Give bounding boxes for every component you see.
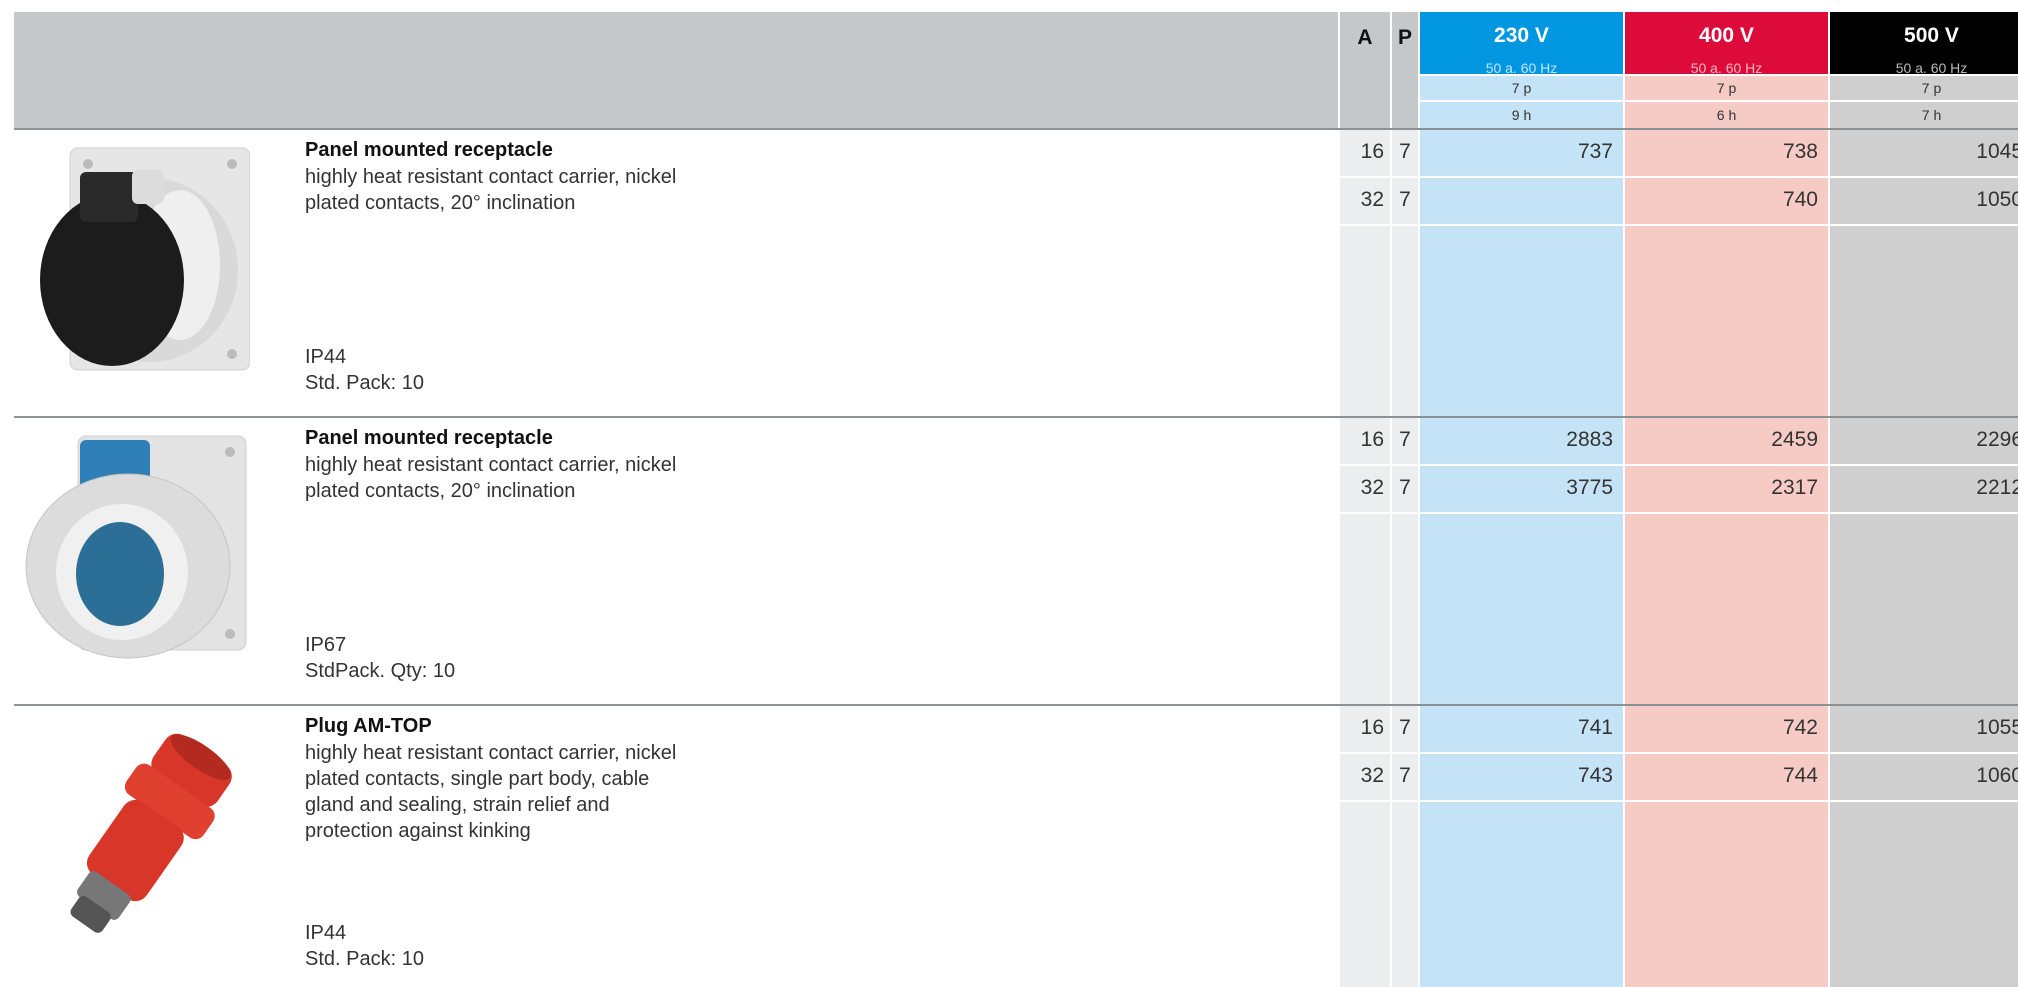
header-voltage-500: 500 V 50 a. 60 Hz 7 p 7 h [1830, 12, 2018, 128]
column-bg-230 [1420, 130, 1623, 987]
part-number-500[interactable]: 2212 [1830, 476, 2018, 500]
amp-value: 32 [1360, 764, 1384, 787]
cell-divider [1340, 512, 2018, 514]
header-amp-label: A [1357, 26, 1373, 49]
part-number-230[interactable]: 743 [1420, 764, 1623, 788]
part-number-400[interactable]: 742 [1625, 716, 1828, 740]
part-number-400[interactable]: 738 [1625, 140, 1828, 164]
product-ip-rating: IP44 [305, 922, 347, 944]
receptacle-icon [40, 147, 251, 371]
pole-value: 7 [1399, 428, 1411, 451]
pole-value: 7 [1399, 476, 1411, 499]
voltage-frequency: 50 a. 60 Hz [1895, 60, 1968, 76]
product-image-red-plug [18, 718, 248, 948]
header-voltage-230: 230 V 50 a. 60 Hz 7 p 9 h [1420, 12, 1623, 128]
pole-value: 7 [1399, 716, 1411, 739]
voltage-poles: 7 p [1625, 76, 1828, 100]
product-title: Panel mounted receptacle [305, 427, 553, 449]
part-number-230[interactable]: 737 [1420, 140, 1623, 164]
part-number-230[interactable]: 741 [1420, 716, 1623, 740]
row-separator [14, 704, 2018, 706]
voltage-frequency: 50 a. 60 Hz [1690, 60, 1763, 76]
header-pole-label: P [1397, 26, 1412, 49]
header-col-a: A [1340, 12, 1390, 128]
cell-divider [1340, 464, 2018, 466]
part-number-400[interactable]: 740 [1625, 188, 1828, 212]
product-description: highly heat resistant contact carrier, n… [305, 742, 677, 842]
product-ip-rating: IP67 [305, 634, 347, 656]
column-bg-400 [1625, 130, 1828, 987]
column-bg-500 [1830, 130, 2018, 987]
column-bg-amp [1340, 130, 1390, 987]
voltage-title: 400 V [1699, 24, 1754, 47]
amp-value: 16 [1360, 428, 1384, 451]
cell-divider [1340, 224, 2018, 226]
part-number-500[interactable]: 2296 [1830, 428, 2018, 452]
product-title: Plug AM-TOP [305, 715, 432, 737]
voltage-frequency: 50 a. 60 Hz [1485, 60, 1558, 76]
product-pack: Std. Pack: 10 [305, 948, 424, 970]
amp-value: 32 [1360, 188, 1384, 211]
voltage-hours: 9 h [1420, 102, 1623, 128]
pole-value: 7 [1399, 764, 1411, 787]
pole-value: 7 [1399, 188, 1411, 211]
part-number-500[interactable]: 1045 [1830, 140, 2018, 164]
amp-value: 16 [1360, 716, 1384, 739]
product-description: highly heat resistant contact carrier, n… [305, 454, 677, 502]
voltage-title: 230 V [1494, 24, 1549, 47]
part-number-400[interactable]: 744 [1625, 764, 1828, 788]
voltage-poles: 7 p [1420, 76, 1623, 100]
voltage-title: 500 V [1904, 24, 1959, 47]
voltage-poles: 7 p [1830, 76, 2018, 100]
product-image-blue-receptacle [20, 432, 250, 662]
header-band [14, 12, 1338, 128]
part-number-400[interactable]: 2317 [1625, 476, 1828, 500]
cell-divider [1340, 752, 2018, 754]
part-number-500[interactable]: 1055 [1830, 716, 2018, 740]
part-number-230[interactable]: 3775 [1420, 476, 1623, 500]
pole-value: 7 [1399, 140, 1411, 163]
product-pack: Std. Pack: 10 [305, 372, 424, 394]
voltage-hours: 7 h [1830, 102, 2018, 128]
row-separator [14, 128, 2018, 130]
header-voltage-400: 400 V 50 a. 60 Hz 7 p 6 h [1625, 12, 1828, 128]
plug-icon [70, 733, 232, 933]
part-number-230[interactable]: 2883 [1420, 428, 1623, 452]
product-image-black-receptacle [20, 140, 251, 380]
row-separator [14, 416, 2018, 418]
part-number-500[interactable]: 1050 [1830, 188, 2018, 212]
column-bg-poles [1392, 130, 1418, 987]
amp-value: 16 [1360, 140, 1384, 163]
product-pack: StdPack. Qty: 10 [305, 660, 456, 682]
part-number-400[interactable]: 2459 [1625, 428, 1828, 452]
cell-divider [1340, 176, 2018, 178]
receptacle-icon [25, 435, 247, 659]
part-number-500[interactable]: 1060 [1830, 764, 2018, 788]
voltage-hours: 6 h [1625, 102, 1828, 128]
product-ip-rating: IP44 [305, 346, 347, 368]
product-title: Panel mounted receptacle [305, 139, 553, 161]
product-description: highly heat resistant contact carrier, n… [305, 166, 677, 214]
cell-divider [1340, 800, 2018, 802]
header-col-p: P [1392, 12, 1418, 128]
amp-value: 32 [1360, 476, 1384, 499]
